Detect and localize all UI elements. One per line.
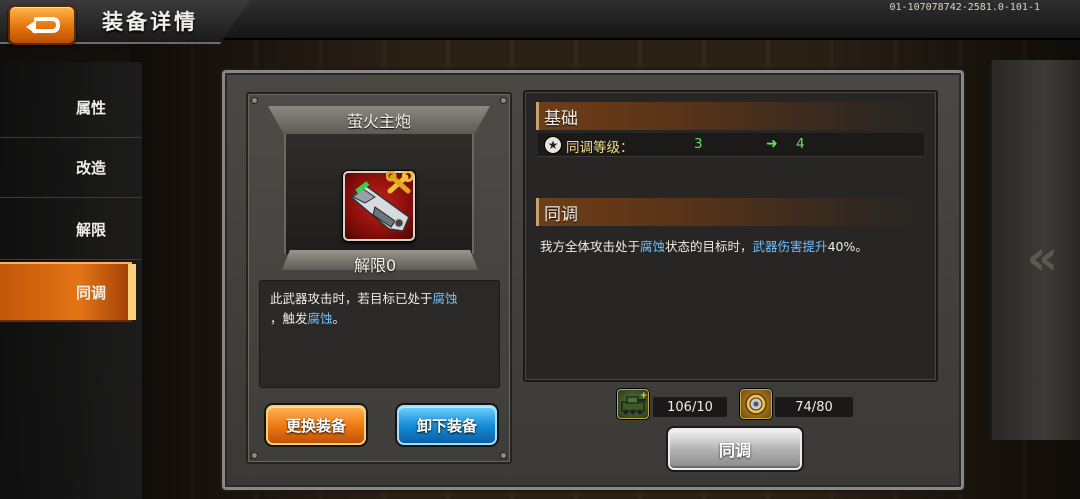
rivet-icon: [500, 97, 507, 104]
tab-label: 属性: [76, 99, 107, 117]
tank-material-icon: +: [617, 389, 649, 419]
star-icon: ★: [544, 136, 562, 154]
tab-sync[interactable]: 同调: [0, 262, 132, 322]
effect-text: 状态的目标时，: [665, 239, 753, 254]
wrench-badge: [384, 170, 418, 198]
active-tab-indicator: [128, 264, 136, 320]
effect-text: 40%。: [827, 239, 868, 254]
chevron-decoration-icon: ‹‹: [1026, 230, 1057, 286]
description-text: 。: [332, 311, 346, 326]
corrosion-keyword: 腐蚀: [307, 311, 333, 326]
build-id-text: 01-107078742-2581.0-101-1: [889, 2, 1040, 13]
limit-break-level: 解限0: [354, 256, 397, 275]
weapon-description: 此武器攻击时，若目标已处于腐蚀 ，触发腐蚀。: [259, 280, 500, 388]
corrosion-keyword: 腐蚀: [640, 239, 666, 254]
wrench-icon: [386, 171, 414, 194]
rivet-icon: [500, 452, 507, 459]
effect-text: 我方全体攻击处于: [540, 239, 641, 254]
damage-boost-keyword: 武器伤害提升: [752, 239, 828, 254]
tab-attributes[interactable]: 属性: [0, 78, 142, 138]
background-door-panel: ‹‹: [990, 60, 1080, 440]
unequip-button[interactable]: 卸下装备: [397, 405, 497, 445]
tab-label: 同调: [76, 283, 107, 302]
sync-level-current: 3: [694, 136, 703, 152]
description-text: ，触发: [270, 311, 308, 326]
right-arrow-icon: ➜: [766, 136, 778, 152]
description-text: 此武器攻击时，若目标已处于: [270, 291, 433, 306]
sync-heading: 同调: [536, 198, 926, 226]
sync-level-label: 同调等级：: [566, 140, 634, 156]
basics-heading: 基础: [536, 102, 926, 130]
rivet-icon: [251, 97, 258, 104]
sync-level-row: ★ 同调等级： 3 ➜ 4: [538, 133, 924, 157]
return-arrow-icon: [26, 17, 61, 34]
sync-level-next: 4: [796, 136, 805, 152]
tank-material-count: 106/10: [652, 396, 728, 418]
page-title: 装备详情: [102, 10, 198, 34]
sync-heading-label: 同调: [544, 204, 578, 225]
tab-label: 改造: [76, 159, 107, 177]
tab-modify[interactable]: 改造: [0, 138, 142, 198]
replace-equipment-button[interactable]: 更换装备: [266, 405, 366, 445]
basics-heading-label: 基础: [544, 108, 578, 129]
gear-coin-graphic: [745, 393, 767, 415]
top-header: 装备详情 01-107078742-2581.0-101-1: [0, 0, 1080, 45]
weapon-name-banner: 萤火主炮: [268, 106, 490, 134]
sync-button[interactable]: 同调: [668, 428, 802, 470]
back-button[interactable]: [8, 5, 76, 45]
corrosion-keyword: 腐蚀: [432, 291, 458, 306]
tank-graphic: +: [621, 391, 648, 415]
sync-effect-text: 我方全体攻击处于腐蚀状态的目标时，武器伤害提升40%。: [540, 236, 868, 255]
tab-unlock-limit[interactable]: 解限: [0, 200, 142, 260]
rivet-icon: [251, 452, 258, 459]
svg-text:+: +: [640, 391, 648, 401]
gear-coin-icon: [740, 389, 772, 419]
tab-label: 解限: [76, 221, 107, 239]
gear-coin-count: 74/80: [774, 396, 854, 418]
weapon-name: 萤火主炮: [346, 112, 411, 131]
